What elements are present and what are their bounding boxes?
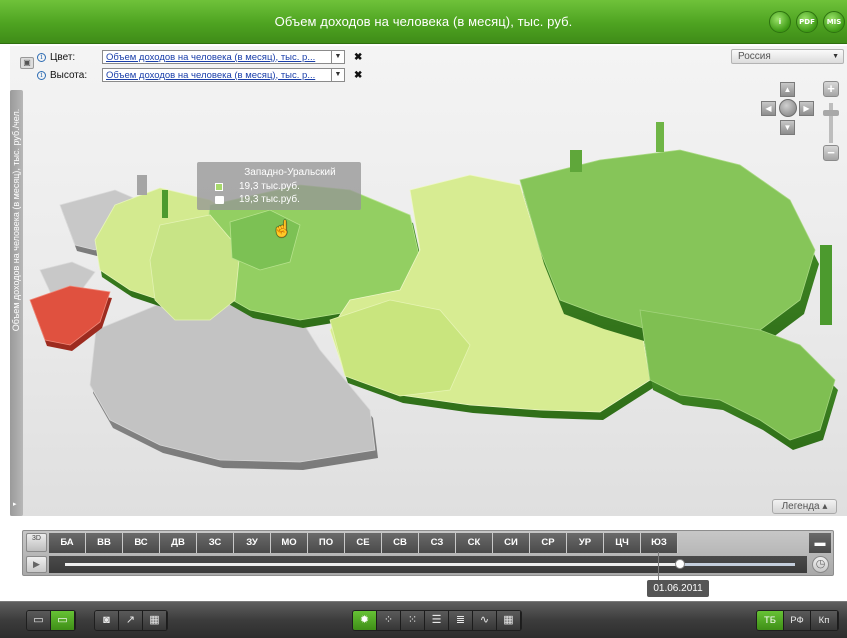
zoom-out-button[interactable]: − (823, 145, 839, 161)
region-tab[interactable]: СЗ (419, 533, 456, 553)
region-tab[interactable]: ЗУ (234, 533, 271, 553)
layout-map-icon[interactable]: ▭ (51, 611, 75, 630)
zoom-slider[interactable] (829, 103, 833, 143)
layout-group: ▭ ▭ (26, 610, 76, 631)
play-button[interactable]: ▶ (26, 556, 47, 573)
region-tooltip: Западно-Уральский 19,3 тыс.руб. 19,3 тыс… (197, 162, 361, 210)
region-tab[interactable]: СВ (382, 533, 419, 553)
region-select[interactable]: Россия ▼ (731, 49, 844, 64)
region-tab[interactable]: СК (456, 533, 493, 553)
region-tab[interactable]: ВВ (86, 533, 123, 553)
pan-right-button[interactable]: ▶ (799, 101, 814, 116)
height-label: Высота: (50, 69, 88, 81)
language-group: ТБ РФ Кп (756, 610, 839, 631)
region-select-value[interactable]: Россия (738, 51, 771, 62)
side-panel[interactable]: Объем доходов на человека (в месяц), тыс… (10, 90, 23, 516)
reset-view-button[interactable] (779, 99, 797, 117)
camera-icon[interactable]: ▣ (20, 57, 34, 69)
view-group: ✹ ⁘ ⁙ ☰ ≣ ∿ ▦ (352, 610, 522, 631)
export-icon[interactable]: ↗ (119, 611, 143, 630)
remove-color-button[interactable]: ✖ (354, 52, 362, 63)
layout-single-icon[interactable]: ▭ (27, 611, 51, 630)
timeline-remaining (679, 563, 795, 566)
region-tab[interactable]: МО (271, 533, 308, 553)
region-tab[interactable]: БА (49, 533, 86, 553)
clock-icon[interactable]: ◷ (812, 556, 829, 573)
comment-icon[interactable]: ▬ (809, 533, 831, 553)
color-swatch-icon (215, 182, 223, 191)
info-icon[interactable]: i (37, 52, 46, 62)
region-tab[interactable]: ЮЗ (641, 533, 678, 553)
pan-up-button[interactable]: ▲ (780, 82, 795, 97)
color-control: i Цвет: Объем доходов на человека (в мес… (37, 50, 362, 64)
pan-down-button[interactable]: ▼ (780, 120, 795, 135)
table-icon[interactable]: ▦ (143, 611, 167, 630)
tools-group: ◙ ↗ ▦ (94, 610, 168, 631)
region-tab[interactable]: ЗС (197, 533, 234, 553)
region-tab[interactable]: ВС (123, 533, 160, 553)
zoom-in-button[interactable]: + (823, 81, 839, 97)
color-select-value[interactable]: Объем доходов на человека (в месяц), тыс… (103, 52, 331, 63)
lang-button-tb[interactable]: ТБ (757, 611, 784, 630)
region-tab[interactable]: ДВ (160, 533, 197, 553)
region-tab[interactable]: УР (567, 533, 604, 553)
chevron-down-icon[interactable]: ▼ (832, 50, 839, 63)
vertical-axis-label: Объем доходов на человека (в месяц), тыс… (11, 108, 21, 332)
legend-button[interactable]: Легенда ▴ (772, 499, 837, 514)
bubble-chart-icon[interactable]: ⁘ (377, 611, 401, 630)
color-label: Цвет: (50, 51, 76, 63)
zoom-slider-handle[interactable] (823, 110, 839, 116)
chevron-down-icon[interactable]: ▼ (331, 69, 344, 81)
tooltip-region-name: Западно-Уральский (244, 167, 336, 178)
line-chart-icon[interactable]: ∿ (473, 611, 497, 630)
hand-cursor-icon: ☝ (272, 221, 292, 238)
color-select[interactable]: Объем доходов на человека (в месяц), тыс… (102, 50, 345, 64)
mode-3d-button[interactable]: 3D (26, 533, 47, 552)
map-view-icon[interactable]: ✹ (353, 611, 377, 630)
lang-button-rf[interactable]: РФ (784, 611, 811, 630)
timeline-date: 01.06.2011 (647, 580, 709, 597)
expand-arrow-icon[interactable]: ▸ (13, 500, 17, 508)
stacked-bar-icon[interactable]: ≣ (449, 611, 473, 630)
height-control: i Высота: Объем доходов на человека (в м… (37, 68, 362, 82)
bar-chart-icon[interactable]: ☰ (425, 611, 449, 630)
scatter-chart-icon[interactable]: ⁙ (401, 611, 425, 630)
region-tab[interactable]: ПО (308, 533, 345, 553)
remove-height-button[interactable]: ✖ (354, 70, 362, 81)
tooltip-color-value: 19,3 тыс.руб. (239, 181, 300, 192)
screenshot-icon[interactable]: ◙ (95, 611, 119, 630)
region-tab[interactable]: СИ (493, 533, 530, 553)
timeline-panel: 3D БА ВВ ВС ДВ ЗС ЗУ МО ПО СЕ СВ СЗ СК СИ СР УР ЦЧ ЮЗ ▬ … (22, 530, 834, 576)
height-select-value[interactable]: Объем доходов на человека (в месяц), тыс… (103, 70, 331, 81)
chevron-down-icon[interactable]: ▼ (331, 51, 344, 63)
info-icon[interactable]: i (37, 70, 46, 80)
lang-button-kp[interactable]: Кп (811, 611, 838, 630)
region-tab[interactable]: СЕ (345, 533, 382, 553)
grid-view-icon[interactable]: ▦ (497, 611, 521, 630)
region-tabs: БА ВВ ВС ДВ ЗС ЗУ МО ПО СЕ СВ СЗ СК СИ СР УР ЦЧ ЮЗ (49, 533, 678, 553)
pan-left-button[interactable]: ◀ (761, 101, 776, 116)
timeline-handle[interactable] (675, 559, 685, 569)
timeline-progress (65, 563, 679, 566)
bottom-toolbar: ▭ ▭ ◙ ↗ ▦ ✹ ⁘ ⁙ ☰ ≣ ∿ ▦ ТБ РФ Кп (0, 601, 847, 638)
tooltip-height-value: 19,3 тыс.руб. (239, 194, 300, 205)
timeline-slider[interactable] (49, 556, 807, 573)
height-select[interactable]: Объем доходов на человека (в месяц), тыс… (102, 68, 345, 82)
height-cube-icon (215, 195, 224, 204)
region-tab[interactable]: СР (530, 533, 567, 553)
region-tab[interactable]: ЦЧ (604, 533, 641, 553)
